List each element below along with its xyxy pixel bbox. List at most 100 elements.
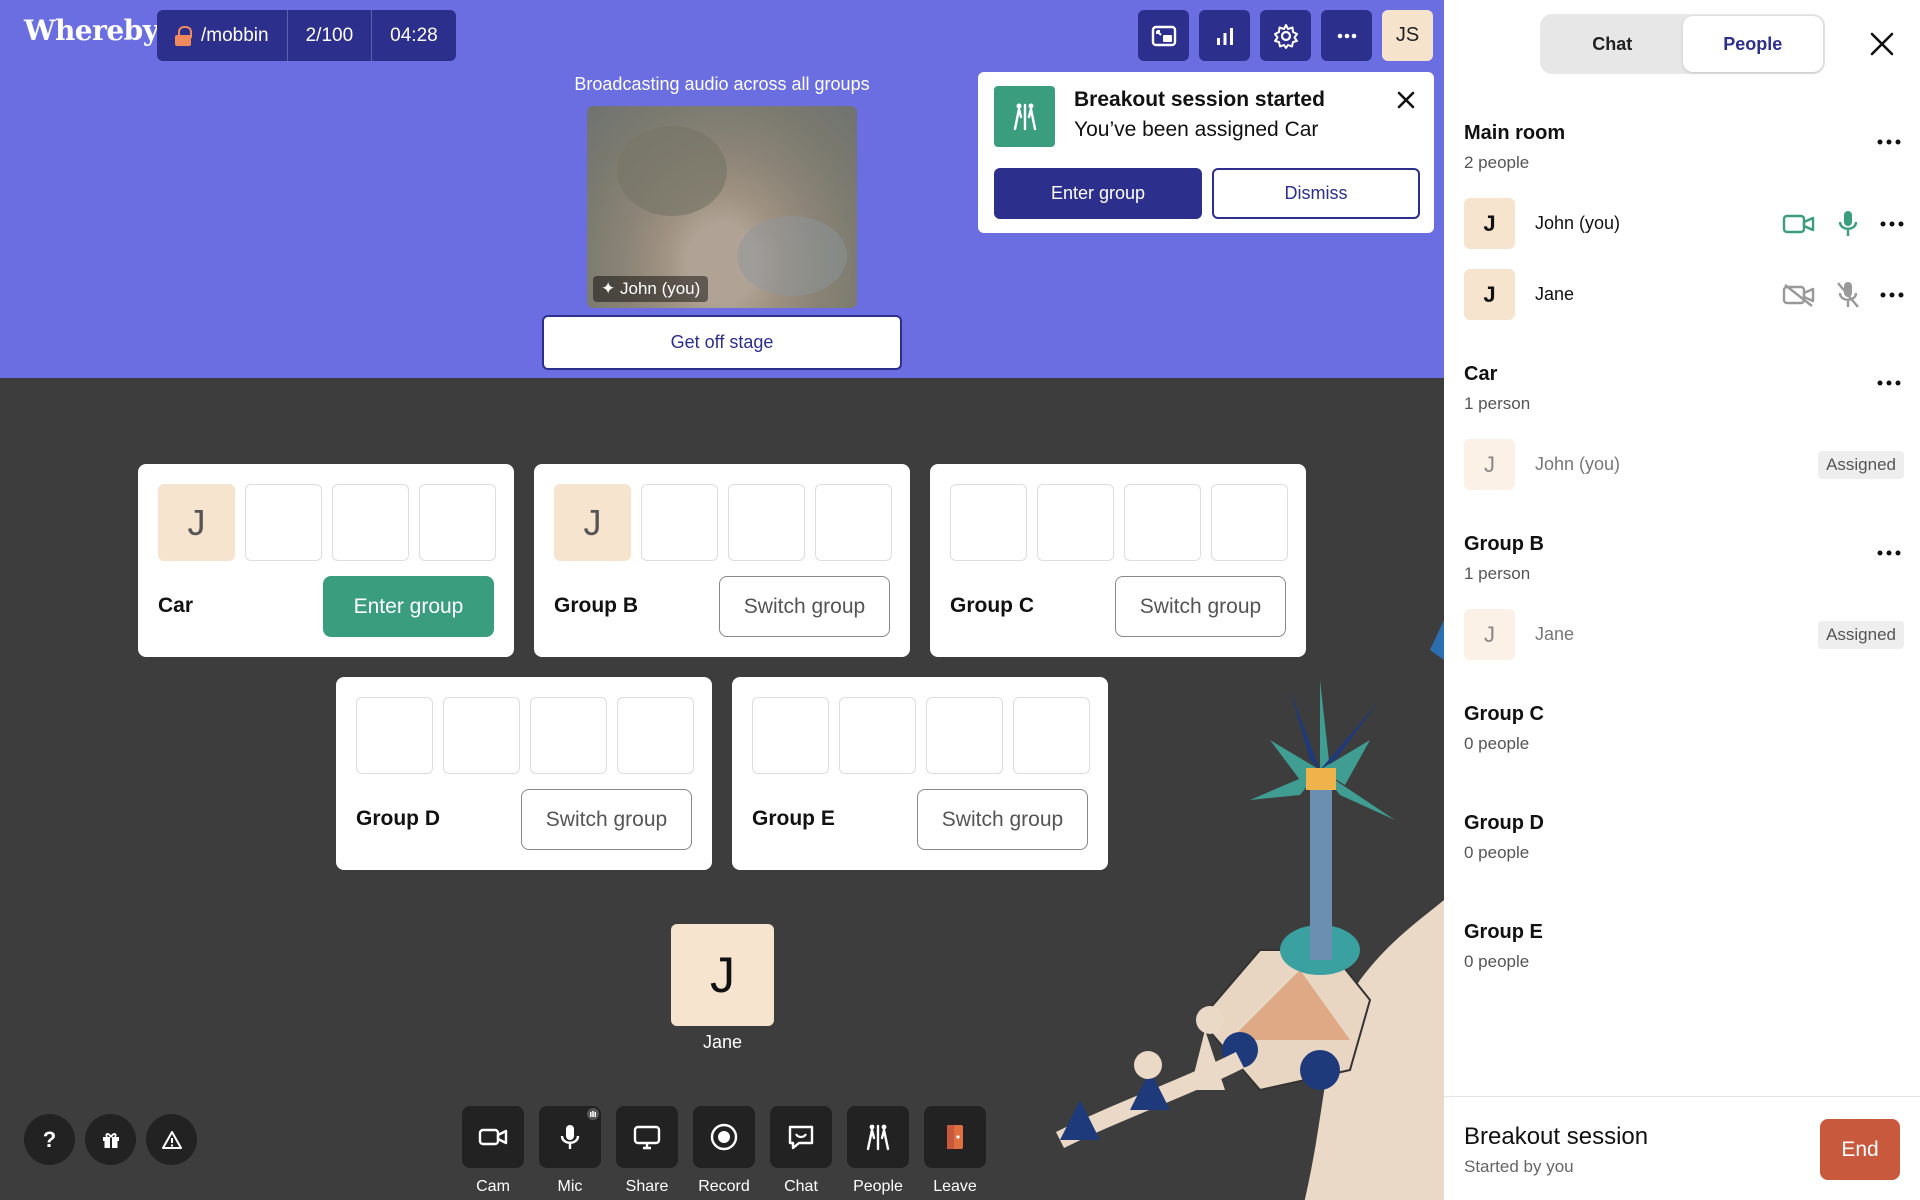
report-issue-button[interactable] (146, 1114, 197, 1165)
panel-close-button[interactable] (1864, 26, 1900, 62)
section-title: Car (1464, 363, 1498, 385)
switch-group-button[interactable]: Switch group (719, 576, 890, 637)
bar-chart-icon (1216, 27, 1233, 45)
person-avatar: J (1464, 439, 1515, 490)
tab-people[interactable]: People (1682, 16, 1823, 72)
more-horizontal-icon (1877, 139, 1901, 145)
toast-close-button[interactable] (1392, 86, 1420, 114)
participant-slot: J (158, 484, 235, 561)
mic-button[interactable] (539, 1106, 601, 1168)
help-button[interactable]: ? (24, 1114, 75, 1165)
video-name-text: John (you) (619, 279, 701, 298)
unlocked-icon (175, 25, 193, 46)
group-card-car: J Car Enter group (138, 464, 514, 657)
camera-on-icon[interactable] (1782, 212, 1816, 236)
toast-dismiss-button[interactable]: Dismiss (1212, 168, 1420, 219)
empty-slot (728, 484, 805, 561)
person-name: John (you) (1535, 213, 1621, 233)
tab-chat[interactable]: Chat (1542, 16, 1683, 72)
cam-control: Cam (462, 1106, 524, 1196)
leave-control: Leave (924, 1106, 986, 1196)
people-panel: Chat People Main room 2 people J John (y… (1444, 0, 1920, 1200)
picture-in-picture-button[interactable] (1138, 10, 1189, 61)
section-count: 1 person (1464, 394, 1531, 413)
toast-actions: Enter group Dismiss (994, 168, 1420, 219)
section-group-c: Group C 0 people (1464, 703, 1904, 754)
breakout-icon (994, 86, 1055, 147)
record-button[interactable] (693, 1106, 755, 1168)
cam-label: Cam (476, 1178, 510, 1195)
people-icon (866, 1124, 890, 1151)
empty-slot (617, 697, 694, 774)
more-horizontal-icon (1877, 550, 1901, 556)
leave-icon (947, 1125, 963, 1149)
section-count: 0 people (1464, 952, 1530, 971)
mic-on-icon[interactable] (1836, 209, 1860, 239)
person-name: John (you) (1535, 454, 1621, 474)
section-more-button[interactable] (1874, 132, 1904, 152)
more-horizontal-icon[interactable] (1880, 292, 1904, 298)
people-label: People (853, 1178, 903, 1195)
section-group-d: Group D 0 people (1464, 812, 1904, 863)
more-options-button[interactable] (1321, 10, 1372, 61)
unassigned-participant-tile[interactable]: J (671, 924, 774, 1026)
section-group-e: Group E 0 people (1464, 921, 1904, 972)
camera-icon (478, 1128, 508, 1146)
cam-button[interactable] (462, 1106, 524, 1168)
group-name: Group C (950, 594, 1034, 617)
participant-slot: J (554, 484, 631, 561)
gift-button[interactable] (85, 1114, 136, 1165)
section-car: Car 1 person (1464, 363, 1904, 414)
group-card-d: Group D Switch group (336, 677, 712, 870)
toast-title: Breakout session started (1074, 88, 1325, 111)
section-more-button[interactable] (1874, 373, 1904, 393)
share-button[interactable] (616, 1106, 678, 1168)
empty-slot (1124, 484, 1201, 561)
settings-button[interactable] (1260, 10, 1311, 61)
breakout-session-footer: Breakout session Started by you End (1444, 1096, 1920, 1200)
chat-button[interactable] (770, 1106, 832, 1168)
person-controls (1782, 280, 1904, 310)
user-avatar-button[interactable]: JS (1382, 10, 1433, 61)
group-name: Car (158, 594, 194, 617)
panel-tabs: Chat People (1540, 14, 1825, 74)
stage-video-tile[interactable]: ✦ John (you) (587, 106, 857, 308)
session-timer: 04:28 (371, 10, 456, 61)
group-slots: J (158, 484, 496, 561)
stage-area: Whereby /mobbin 2/100 04:28 JS Broadcast… (0, 0, 1444, 378)
section-more-button[interactable] (1874, 543, 1904, 563)
chat-icon (788, 1125, 814, 1150)
people-button[interactable] (847, 1106, 909, 1168)
leave-button[interactable] (924, 1106, 986, 1168)
section-group-b: Group B 1 person (1464, 533, 1904, 584)
stats-button[interactable] (1199, 10, 1250, 61)
empty-slot (1211, 484, 1288, 561)
share-label: Share (625, 1178, 669, 1195)
breakout-toast: Breakout session started You’ve been ass… (978, 72, 1434, 233)
person-row[interactable]: J Jane (1464, 269, 1904, 320)
top-actions: JS (1138, 10, 1433, 61)
person-avatar: J (1464, 198, 1515, 249)
room-info-bar[interactable]: /mobbin 2/100 04:28 (157, 10, 456, 61)
person-row[interactable]: J John (you) (1464, 198, 1904, 249)
more-horizontal-icon (1337, 33, 1356, 38)
group-slots (950, 484, 1288, 561)
end-breakout-button[interactable]: End (1820, 1119, 1900, 1180)
gear-icon (1273, 23, 1298, 49)
section-count: 0 people (1464, 734, 1530, 753)
enter-group-button[interactable]: Enter group (323, 576, 494, 637)
switch-group-button[interactable]: Switch group (521, 789, 692, 850)
room-name[interactable]: /mobbin (157, 10, 287, 61)
mic-off-icon[interactable] (1836, 280, 1860, 310)
chat-label: Chat (784, 1178, 818, 1195)
camera-off-icon[interactable] (1782, 283, 1816, 307)
get-off-stage-button[interactable]: Get off stage (542, 315, 902, 370)
section-count: 2 people (1464, 153, 1530, 172)
more-horizontal-icon[interactable] (1880, 221, 1904, 227)
screen-share-icon (633, 1125, 661, 1150)
leave-label: Leave (933, 1178, 977, 1195)
whereby-logo[interactable]: Whereby (24, 14, 159, 47)
breakout-session-title: Breakout session (1464, 1123, 1649, 1150)
toast-enter-group-button[interactable]: Enter group (994, 168, 1202, 219)
group-name: Group E (752, 807, 835, 830)
